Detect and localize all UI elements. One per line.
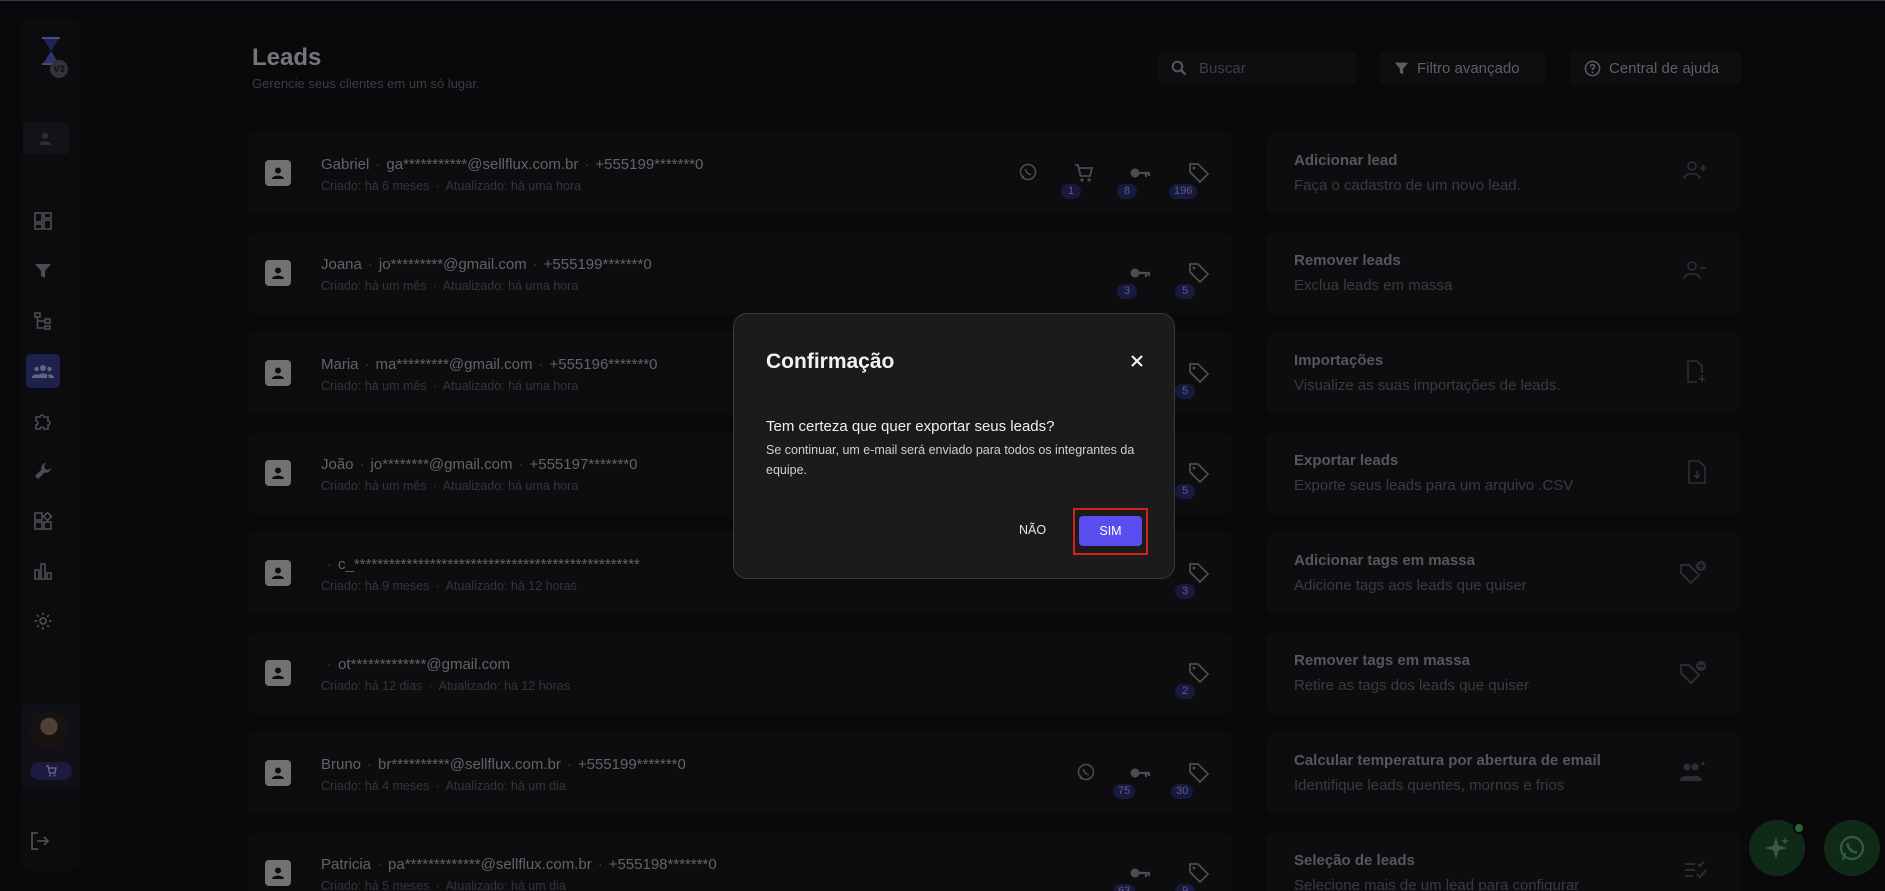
dialog-message: Se continuar, um e-mail será enviado par… [766,443,1135,477]
dialog-question: Tem certeza que quer exportar seus leads… [766,418,1055,435]
close-icon[interactable] [1130,354,1144,368]
confirmation-dialog: Confirmação Tem certeza que quer exporta… [733,313,1175,579]
dialog-title: Confirmação [766,350,895,373]
no-button[interactable]: NÃO [1019,523,1046,537]
yes-button[interactable]: SIM [1079,516,1142,546]
